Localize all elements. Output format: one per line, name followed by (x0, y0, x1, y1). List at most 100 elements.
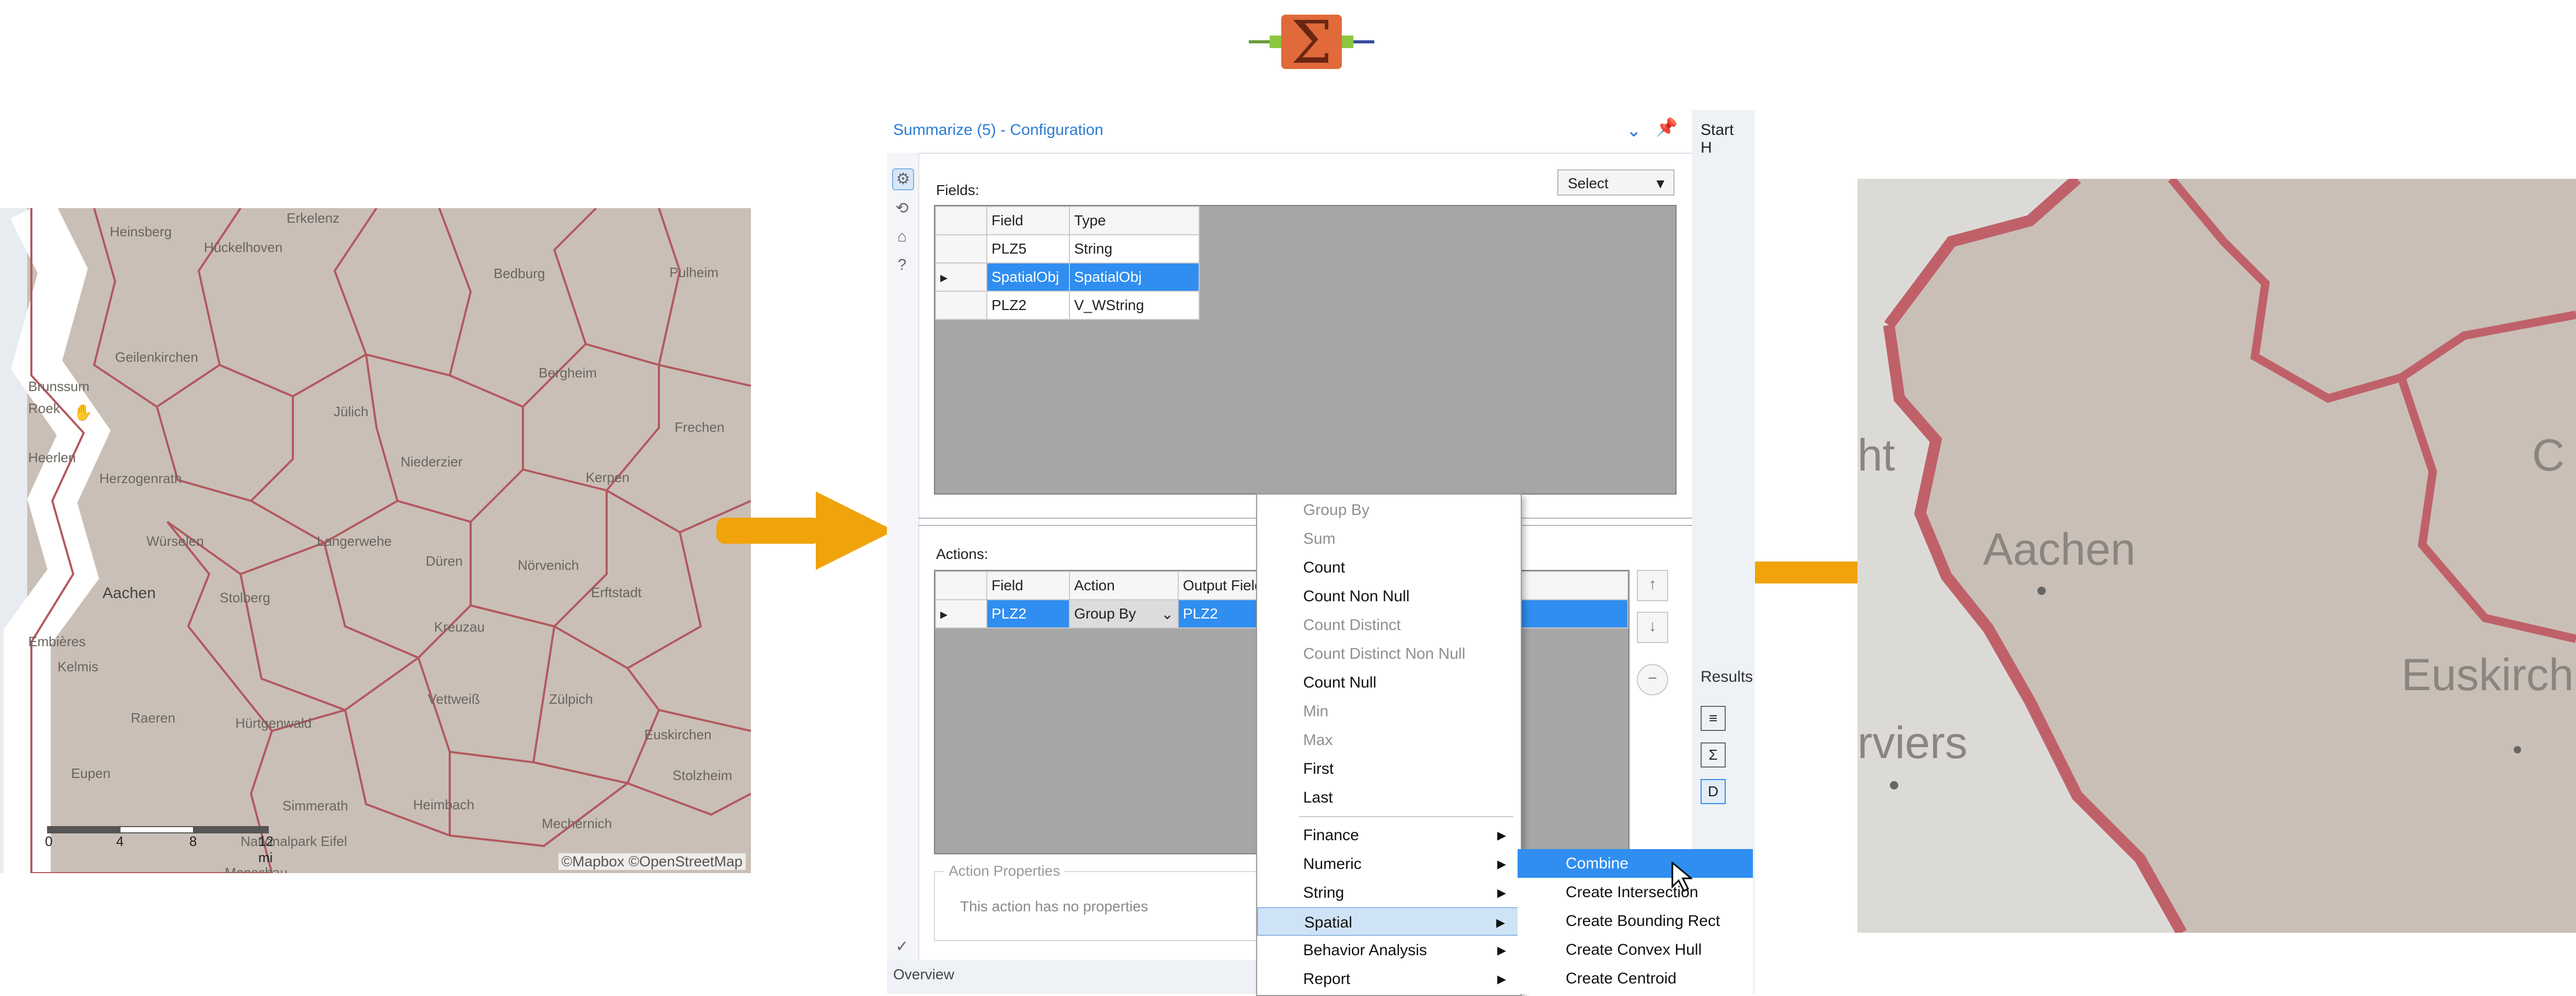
field-cell: PLZ5 (986, 234, 1070, 264)
menu-item-label: Spatial (1304, 914, 1352, 931)
map-place-label: Aachen (102, 585, 156, 602)
menu-item-string[interactable]: String ▶ (1257, 878, 1519, 907)
menu-item-last[interactable]: Last (1257, 783, 1519, 812)
menu-item-finance[interactable]: Finance ▶ (1257, 821, 1519, 850)
menu-item-report[interactable]: Report ▶ (1257, 965, 1519, 993)
submenu-arrow-icon: ▶ (1497, 857, 1506, 871)
map-place-label: Jülich (334, 404, 369, 419)
tag-icon[interactable]: ⌂ (892, 227, 912, 247)
type-cell: String (1069, 234, 1200, 264)
map-place-label: C (2532, 430, 2565, 480)
table-row[interactable]: ▸ SpatialObj SpatialObj (935, 262, 1200, 292)
menu-item-label: Finance (1303, 827, 1359, 844)
column-header[interactable]: Type (1069, 206, 1200, 235)
map-attribution[interactable]: ©Mapbox ©OpenStreetMap (558, 853, 746, 870)
menu-item-label: String (1303, 884, 1344, 901)
map-place-label: Langerwehe (317, 533, 392, 549)
menu-item-behavior-analysis[interactable]: Behavior Analysis ▶ (1257, 936, 1519, 965)
submenu-item-create-convex-hull[interactable]: Create Convex Hull (1518, 935, 1753, 964)
select-label: Select (1568, 175, 1609, 191)
gear-icon[interactable]: ⚙ (892, 168, 914, 190)
overview-tab[interactable]: Overview (893, 966, 954, 983)
menu-item-numeric[interactable]: Numeric ▶ (1257, 850, 1519, 878)
type-cell: V_WString (1069, 291, 1200, 320)
config-side-toolbar: ⚙ ⟲ ⌂ ? ✓ (887, 153, 919, 989)
mouse-pointer-icon (1671, 862, 1692, 892)
menu-item-count-distinct[interactable]: Count Distinct (1257, 611, 1519, 639)
check-circle-icon[interactable]: ✓ (892, 937, 912, 957)
column-header[interactable]: Field (986, 571, 1070, 600)
map-place-label: Nationalpark Eifel (241, 833, 347, 849)
results-tab[interactable]: Results (1701, 668, 1753, 686)
select-dropdown[interactable]: Select ▼ (1557, 169, 1674, 196)
field-cell: PLZ2 (986, 599, 1070, 628)
submenu-item-create-centroid[interactable]: Create Centroid (1518, 964, 1753, 993)
menu-item-group-by[interactable]: Group By (1257, 496, 1519, 524)
type-cell: SpatialObj (1069, 262, 1200, 292)
column-header[interactable]: Field (986, 206, 1070, 235)
input-map-view[interactable]: Erkelenz Heinsberg Hückelhoven Geilenkir… (0, 208, 751, 873)
map-place-label: Hürtgenwald (235, 715, 312, 731)
action-dropdown[interactable]: Group By ⌄ (1069, 599, 1179, 628)
menu-separator (1299, 816, 1513, 817)
map-place-label: Kelmis (58, 659, 99, 674)
menu-item-count-non-null[interactable]: Count Non Null (1257, 582, 1519, 611)
move-down-button[interactable]: ↓ (1637, 612, 1668, 643)
remove-button[interactable]: − (1637, 664, 1668, 695)
submenu-arrow-icon: ▶ (1497, 972, 1506, 986)
submenu-item-create-bounding-rect[interactable]: Create Bounding Rect (1518, 907, 1753, 935)
submenu-arrow-icon: ▶ (1497, 886, 1506, 899)
table-row[interactable]: PLZ5 String (935, 234, 1200, 264)
map-place-label: Eupen (71, 765, 111, 781)
help-icon[interactable]: ? (892, 255, 912, 275)
menu-item-count-distinct-non-null[interactable]: Count Distinct Non Null (1257, 639, 1519, 668)
map-place-label: Herzogenrath (99, 471, 182, 486)
menu-item-max[interactable]: Max (1257, 726, 1519, 754)
menu-item-count[interactable]: Count (1257, 553, 1519, 582)
chevron-down-icon[interactable]: ⌄ (1626, 120, 1642, 141)
menu-item-label: Numeric (1303, 855, 1362, 873)
map-place-label: Stolzheim (673, 768, 733, 783)
menu-item-min[interactable]: Min (1257, 697, 1519, 726)
column-header[interactable]: Action (1069, 571, 1179, 600)
map-place-label: Vettweiß (428, 691, 480, 707)
connection-icon[interactable]: ⟲ (892, 199, 912, 219)
row-selector[interactable]: ▸ (935, 599, 987, 628)
map-place-label: rviers (1857, 718, 1968, 768)
fields-grid: Field Type PLZ5 String ▸ SpatialObj Spat… (934, 205, 1677, 495)
menu-item-first[interactable]: First (1257, 754, 1519, 783)
start-here-tab[interactable]: Start H (1701, 121, 1734, 157)
action-context-menu: Group By Sum Count Count Non Null Count … (1256, 494, 1522, 996)
map-place-label: Frechen (675, 419, 725, 435)
map-place-label: Bedburg (494, 266, 545, 281)
chevron-down-icon: ⌄ (1161, 605, 1173, 622)
map-place-label: Pulheim (669, 265, 719, 280)
map-place-label: Euskirchen (644, 727, 712, 742)
submenu-item-combine[interactable]: Combine (1518, 849, 1753, 878)
output-map-view[interactable]: Aachen Euskirch ht rviers C (1857, 179, 2576, 933)
menu-item-count-null[interactable]: Count Null (1257, 668, 1519, 697)
map-place-label: Stolberg (220, 590, 270, 605)
scale-tick-label: 4 (116, 833, 124, 849)
move-up-button[interactable]: ↑ (1637, 570, 1668, 601)
row-selector[interactable] (935, 234, 987, 264)
map-place-label: Bergheim (539, 365, 597, 381)
panel-header: Summarize (5) - Configuration ⌄ 📌 (887, 110, 1692, 154)
scale-tick-label: 0 (45, 833, 53, 849)
menu-item-spatial[interactable]: Spatial ▶ (1257, 907, 1519, 936)
menu-item-sum[interactable]: Sum (1257, 524, 1519, 553)
map-place-label: Heerlen (28, 450, 76, 465)
row-selector[interactable] (935, 291, 987, 320)
map-place-label: Hückelhoven (204, 239, 283, 255)
menu-item-label: Behavior Analysis (1303, 942, 1427, 959)
panel-title: Summarize (5) - Configuration (893, 121, 1103, 139)
map-place-label: Aachen (1983, 524, 2136, 575)
submenu-item-create-intersection[interactable]: Create Intersection (1518, 878, 1753, 907)
pin-icon[interactable]: 📌 (1656, 117, 1678, 138)
row-selector[interactable]: ▸ (935, 262, 987, 292)
table-icon[interactable]: ≡ (1701, 706, 1726, 731)
table-row[interactable]: PLZ2 V_WString (935, 291, 1200, 320)
sigma-icon[interactable]: Σ (1701, 742, 1726, 768)
map-shape-icon[interactable]: D (1701, 779, 1726, 804)
submenu-arrow-icon: ▶ (1496, 916, 1505, 929)
